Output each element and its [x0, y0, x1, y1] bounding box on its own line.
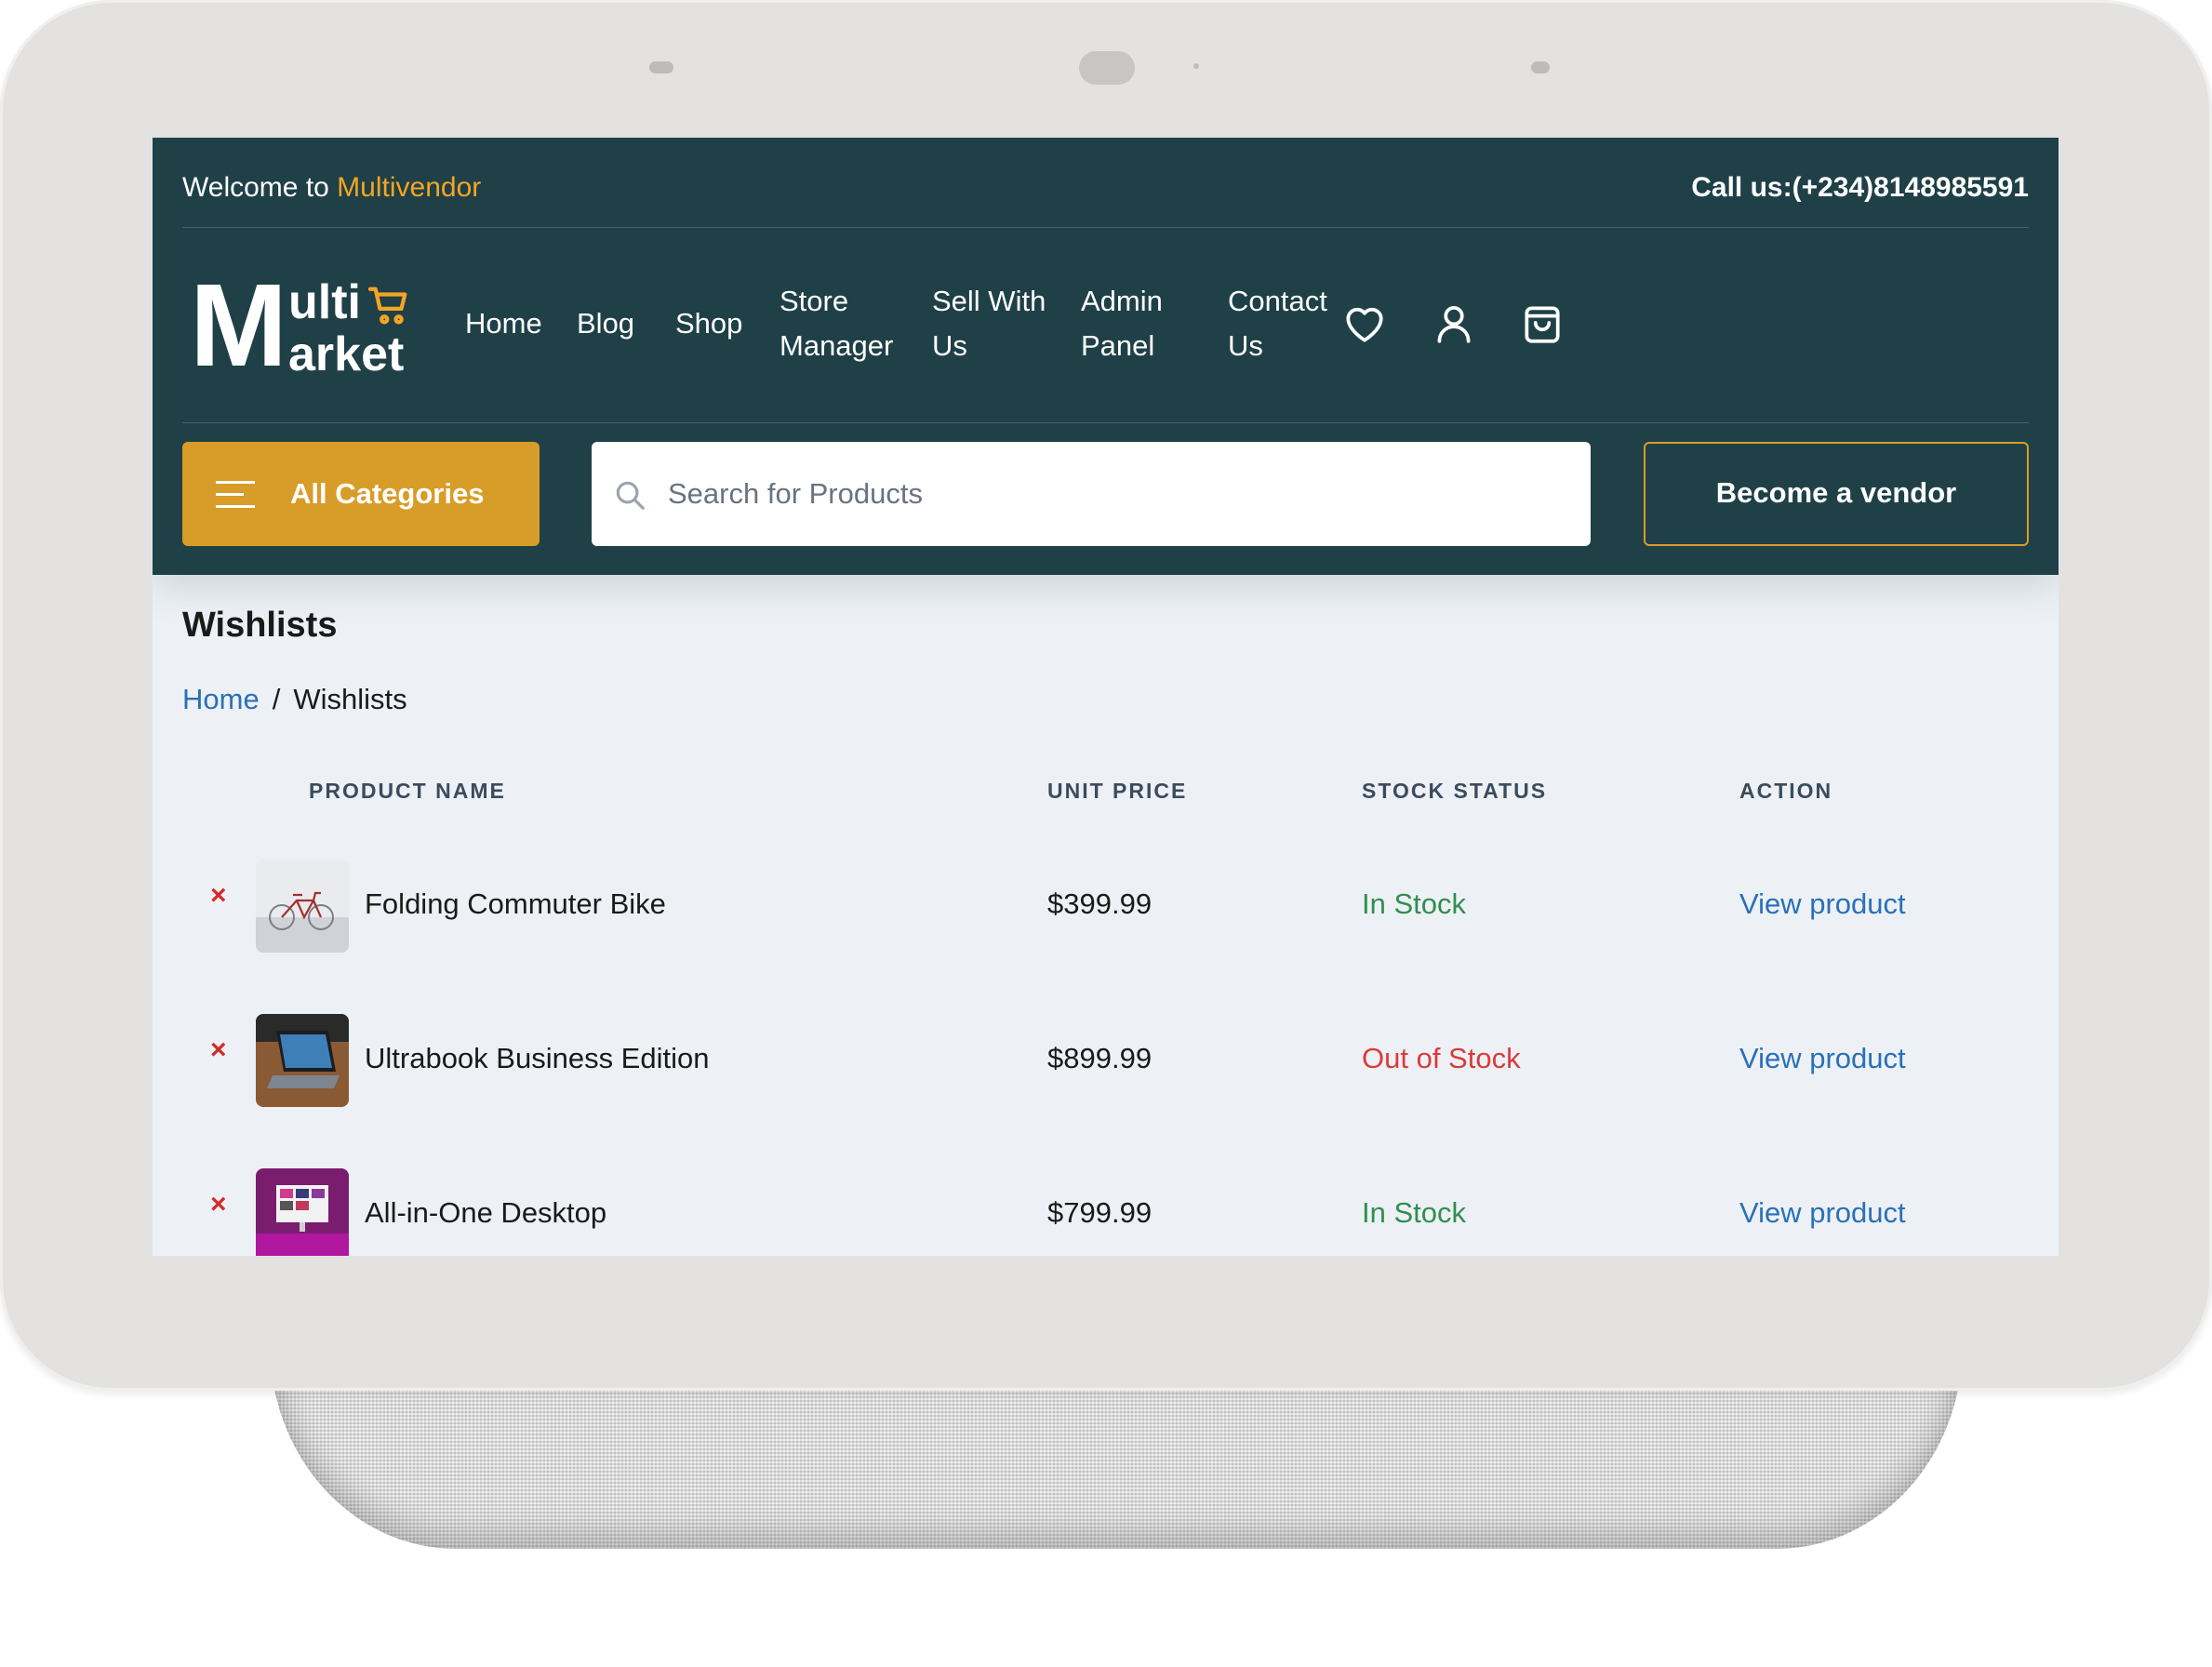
user-icon[interactable]	[1431, 300, 1477, 347]
sensor-left	[649, 61, 673, 73]
table-row: × Ultrabook Business Edition $899.99 Out…	[153, 1001, 2059, 1107]
nav-sell-line1: Sell With	[932, 285, 1046, 317]
stock-status: Out of Stock	[1362, 1042, 1521, 1074]
breadcrumb: Home / Wishlists	[182, 683, 407, 716]
call-us: Call us:(+234)8148985591	[1691, 172, 2029, 203]
nav-blog[interactable]: Blog	[577, 301, 634, 346]
header-unit-price: UNIT PRICE	[1047, 779, 1188, 803]
camera	[1079, 51, 1135, 85]
bag-icon[interactable]	[1519, 300, 1566, 347]
view-product-link[interactable]: View product	[1739, 1042, 1906, 1075]
table-row: × All-in-One Desktop $799.99 In Stock Vi…	[153, 1155, 2059, 1256]
logo-letter: M	[190, 260, 287, 391]
table-row: × Folding Commuter Bike $399.99 In Stock…	[153, 847, 2059, 953]
nav-admin-line1: Admin	[1081, 285, 1163, 317]
site-logo[interactable]: M ulti arket	[190, 267, 413, 384]
nav-shop[interactable]: Shop	[675, 301, 742, 346]
nav-admin-line2: Panel	[1081, 329, 1155, 362]
product-price: $899.99	[1047, 1042, 1153, 1074]
nav-admin-panel[interactable]: Admin Panel	[1081, 279, 1163, 368]
site-header: Welcome to Multivendor Call us:(+234)814…	[153, 138, 2059, 575]
all-categories-label: All Categories	[290, 477, 485, 510]
brand-name: Multivendor	[337, 172, 482, 203]
breadcrumb-home[interactable]: Home	[182, 683, 260, 715]
nav-store-manager[interactable]: Store Manager	[780, 279, 893, 368]
heart-icon[interactable]	[1341, 300, 1388, 347]
product-thumbnail-laptop[interactable]	[256, 1014, 349, 1107]
breadcrumb-current: Wishlists	[293, 683, 407, 715]
nav-contact-line2: Us	[1228, 329, 1263, 362]
nav-sell-with-us[interactable]: Sell With Us	[932, 279, 1046, 368]
nav-store-manager-line2: Manager	[780, 329, 894, 362]
remove-item-button[interactable]: ×	[210, 1189, 227, 1220]
breadcrumb-separator: /	[272, 683, 281, 715]
product-price: $399.99	[1047, 887, 1153, 920]
welcome-prefix: Welcome to	[182, 172, 338, 203]
logo-line-1: ulti	[288, 275, 361, 329]
remove-item-button[interactable]: ×	[210, 1034, 227, 1066]
search-icon	[616, 481, 645, 510]
welcome-text: Welcome to Multivendor	[182, 172, 481, 204]
view-product-link[interactable]: View product	[1739, 887, 1906, 921]
product-thumbnail-desktop[interactable]	[256, 1168, 349, 1256]
menu-icon	[216, 481, 255, 508]
product-name: All-in-One Desktop	[365, 1196, 607, 1229]
top-bar: Welcome to Multivendor Call us:(+234)814…	[182, 138, 2029, 228]
product-name: Ultrabook Business Edition	[365, 1042, 710, 1074]
nav-contact-line1: Contact	[1228, 285, 1327, 317]
header-stock-status: STOCK STATUS	[1362, 779, 1548, 803]
remove-item-button[interactable]: ×	[210, 880, 227, 912]
nav-home[interactable]: Home	[465, 301, 542, 346]
logo-line-2: arket	[288, 327, 405, 381]
search-input[interactable]: Search for Products	[592, 442, 1591, 546]
cart-icon	[368, 287, 407, 325]
page-title: Wishlists	[182, 606, 338, 645]
all-categories-button[interactable]: All Categories	[182, 442, 540, 546]
stock-status: In Stock	[1362, 1196, 1466, 1229]
become-vendor-button[interactable]: Become a vendor	[1644, 442, 2029, 546]
stock-status: In Stock	[1362, 887, 1466, 920]
header-action: ACTION	[1739, 779, 1833, 803]
product-thumbnail-bike[interactable]	[256, 860, 349, 953]
product-price: $799.99	[1047, 1196, 1153, 1229]
nav-sell-line2: Us	[932, 329, 967, 362]
nav-contact-us[interactable]: Contact Us	[1228, 279, 1327, 368]
main-nav: M ulti arket Home Blog Shop Store Manage…	[182, 228, 2029, 423]
product-name: Folding Commuter Bike	[365, 887, 666, 920]
view-product-link[interactable]: View product	[1739, 1196, 1906, 1230]
nav-store-manager-line1: Store	[780, 285, 849, 317]
search-row: All Categories Search for Products Becom…	[182, 442, 2029, 546]
screen: Welcome to Multivendor Call us:(+234)814…	[153, 138, 2059, 1256]
sensor-right	[1531, 61, 1550, 73]
search-placeholder: Search for Products	[668, 477, 923, 510]
header-product-name: PRODUCT NAME	[309, 779, 506, 803]
sensor-dot	[1193, 63, 1199, 69]
